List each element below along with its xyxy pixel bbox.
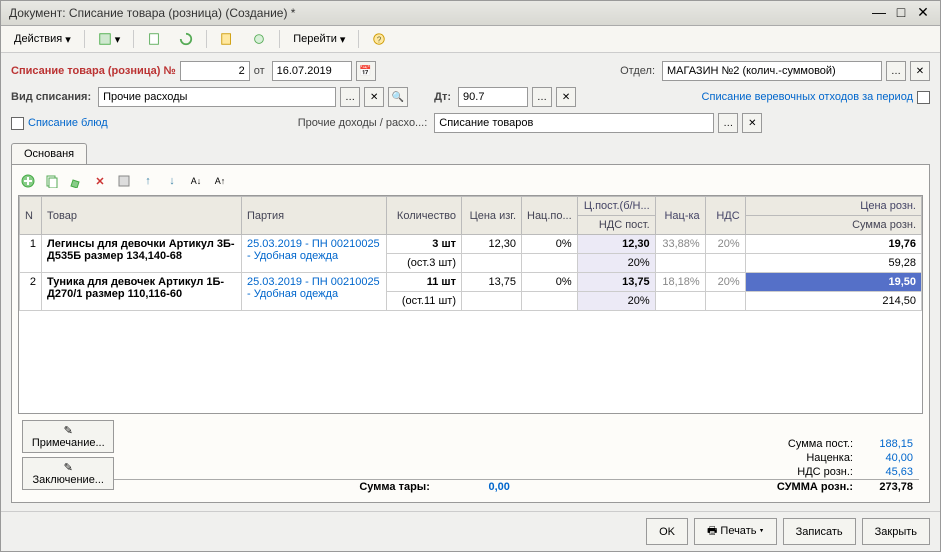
- kind-select-icon[interactable]: …: [340, 87, 360, 107]
- kind-label: Вид списания:: [11, 91, 91, 103]
- refresh-icon[interactable]: [172, 29, 200, 49]
- add-row-icon[interactable]: [18, 171, 38, 191]
- close-button[interactable]: Закрыть: [862, 518, 930, 545]
- main-toolbar: Действия ▾ ▾ Перейти ▾ ?: [1, 26, 940, 53]
- plus-icon[interactable]: ▾: [91, 29, 128, 49]
- copy-row-icon[interactable]: [42, 171, 62, 191]
- totals: Сумма пост.:188,15 Наценка:40,00 НДС роз…: [114, 437, 919, 494]
- app-window: Документ: Списание товара (розница) (Соз…: [0, 0, 941, 552]
- from-label: от: [254, 65, 265, 77]
- doc-number-input[interactable]: [180, 61, 250, 81]
- rope-link[interactable]: Списание веревочных отходов за период: [702, 91, 913, 103]
- col-ndspost[interactable]: НДС пост.: [577, 216, 655, 235]
- other-clear-icon[interactable]: ✕: [742, 113, 762, 133]
- post-icon[interactable]: [213, 29, 241, 49]
- edit-row-icon[interactable]: [66, 171, 86, 191]
- col-n[interactable]: N: [20, 197, 42, 235]
- col-rozn[interactable]: Цена розн.: [745, 197, 921, 216]
- tabs: Основаня: [11, 143, 930, 165]
- doc-heading: Списание товара (розница) №: [11, 65, 176, 77]
- other-label: Прочие доходы / расхо...:: [298, 117, 428, 129]
- bottom-bar: OK 🖶 Печать ▾ Записать Закрыть: [1, 511, 940, 551]
- tab-main[interactable]: Основаня: [11, 143, 87, 164]
- print-button[interactable]: 🖶 Печать ▾: [694, 518, 777, 545]
- titlebar: Документ: Списание товара (розница) (Соз…: [1, 1, 940, 26]
- dept-input[interactable]: [662, 61, 882, 81]
- other-input[interactable]: [434, 113, 714, 133]
- kind-clear-icon[interactable]: ✕: [364, 87, 384, 107]
- col-nadp[interactable]: Нац.по...: [522, 197, 578, 235]
- col-cpost[interactable]: Ц.пост.(б/Н...: [577, 197, 655, 216]
- dt-input[interactable]: [458, 87, 528, 107]
- note-button[interactable]: ✎ Примечание...: [22, 420, 114, 453]
- doc-icon[interactable]: [140, 29, 168, 49]
- up-icon[interactable]: ↑: [138, 171, 158, 191]
- window-title: Документ: Списание товара (розница) (Соз…: [9, 6, 866, 20]
- minimize-icon[interactable]: —: [870, 5, 888, 21]
- dept-select-icon[interactable]: …: [886, 61, 906, 81]
- other-select-icon[interactable]: …: [718, 113, 738, 133]
- conclusion-button[interactable]: ✎ Заключение...: [22, 457, 114, 490]
- dept-label: Отдел:: [620, 65, 655, 77]
- col-price[interactable]: Цена изг.: [462, 197, 522, 235]
- rope-checkbox[interactable]: [917, 91, 930, 104]
- sort-desc-icon[interactable]: A↑: [210, 171, 230, 191]
- grid-toolbar: ✕ ↑ ↓ A↓ A↑: [18, 171, 923, 191]
- col-party[interactable]: Партия: [242, 197, 387, 235]
- grid-icon[interactable]: [114, 171, 134, 191]
- kind-search-icon[interactable]: 🔍: [388, 87, 408, 107]
- col-nds[interactable]: НДС: [705, 197, 745, 235]
- down-icon[interactable]: ↓: [162, 171, 182, 191]
- kind-input[interactable]: [98, 87, 336, 107]
- table-row[interactable]: 2 Туника для девочек Артикул 1Б-Д270/1 р…: [20, 273, 922, 292]
- ok-button[interactable]: OK: [646, 518, 688, 545]
- col-qty[interactable]: Количество: [387, 197, 462, 235]
- maximize-icon[interactable]: □: [892, 5, 910, 21]
- date-input[interactable]: [272, 61, 352, 81]
- items-grid[interactable]: N Товар Партия Количество Цена изг. Нац.…: [18, 195, 923, 414]
- col-nacka[interactable]: Нац-ка: [655, 197, 705, 235]
- calendar-icon[interactable]: 📅: [356, 61, 376, 81]
- close-icon[interactable]: ✕: [914, 5, 932, 21]
- actions-menu[interactable]: Действия ▾: [7, 30, 78, 49]
- movement-icon[interactable]: [245, 29, 273, 49]
- col-srozn[interactable]: Сумма розн.: [745, 216, 921, 235]
- svg-text:?: ?: [377, 36, 382, 45]
- save-button[interactable]: Записать: [783, 518, 856, 545]
- delete-row-icon[interactable]: ✕: [90, 171, 110, 191]
- dt-label: Дт:: [434, 91, 451, 103]
- dept-clear-icon[interactable]: ✕: [910, 61, 930, 81]
- sort-asc-icon[interactable]: A↓: [186, 171, 206, 191]
- dt-select-icon[interactable]: …: [532, 87, 552, 107]
- dt-clear-icon[interactable]: ✕: [556, 87, 576, 107]
- dish-checkbox[interactable]: [11, 117, 24, 130]
- dish-link[interactable]: Списание блюд: [28, 117, 108, 129]
- table-row[interactable]: 1 Легинсы для девочки Артикул 3Б-Д535Б р…: [20, 235, 922, 254]
- goto-menu[interactable]: Перейти ▾: [286, 30, 352, 49]
- col-tovar[interactable]: Товар: [42, 197, 242, 235]
- help-icon[interactable]: ?: [365, 29, 393, 49]
